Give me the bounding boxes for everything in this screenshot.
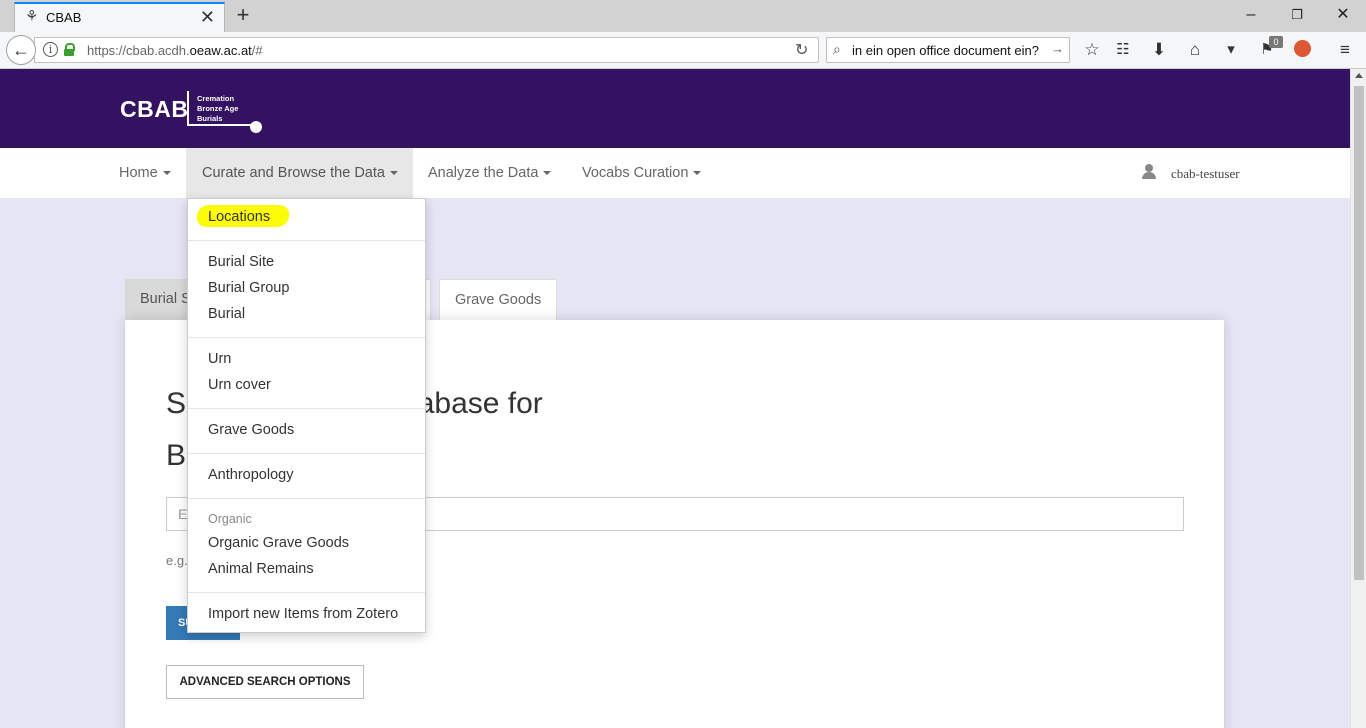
menu-item-animal-remains[interactable]: Animal Remains (208, 561, 314, 577)
search-bar[interactable]: ⌕ in ein open office document ein? → (826, 37, 1070, 63)
menu-divider (188, 240, 425, 241)
menu-item-anthropology[interactable]: Anthropology (208, 467, 293, 483)
caret-down-icon (543, 171, 552, 176)
logo-dot (250, 121, 262, 133)
notification-badge: 0 (1269, 36, 1283, 48)
page-scrollbar[interactable] (1350, 69, 1366, 728)
close-tab-icon[interactable]: ✕ (200, 7, 215, 27)
menu-header-organic: Organic (208, 512, 252, 526)
site-header: CBAB Cremation Bronze Age Burials (0, 69, 1350, 148)
browser-toolbar: i https://cbab.acdh.oeaw.ac.at/# ↻ ← ⌕ i… (0, 32, 1366, 69)
user-name[interactable]: cbab-testuser (1171, 166, 1240, 182)
nav-curate[interactable]: Curate and Browse the Data (186, 148, 413, 198)
nav-home[interactable]: Home (105, 148, 185, 198)
back-button[interactable]: ← (6, 35, 36, 65)
menu-item-grave-goods[interactable]: Grave Goods (208, 422, 294, 438)
user-icon[interactable] (1141, 164, 1157, 180)
tab-title: CBAB (46, 10, 82, 25)
minimize-window-button[interactable]: – (1228, 3, 1274, 27)
restore-window-button[interactable]: ❐ (1274, 3, 1320, 27)
menu-item-import-zotero[interactable]: Import new Items from Zotero (208, 606, 398, 622)
pocket-icon[interactable]: ▾ (1218, 37, 1244, 63)
menu-item-urn[interactable]: Urn (208, 351, 231, 367)
caret-down-icon (389, 171, 398, 176)
reading-list-icon[interactable]: ☷ (1110, 37, 1136, 63)
address-bar[interactable]: i https://cbab.acdh.oeaw.ac.at/# ↻ (34, 37, 819, 63)
reload-icon[interactable]: ↻ (795, 40, 808, 60)
logo-text[interactable]: CBAB (120, 96, 188, 123)
search-icon: ⌕ (833, 41, 841, 57)
url-text: https://cbab.acdh.oeaw.ac.at/# (87, 43, 263, 58)
info-icon[interactable]: i (43, 42, 58, 57)
example-text: e.g. (166, 553, 188, 568)
logo-line-2: Bronze Age (197, 104, 239, 113)
new-tab-button[interactable]: + (232, 3, 254, 27)
caret-down-icon (162, 171, 171, 176)
menu-item-organic-grave-goods[interactable]: Organic Grave Goods (208, 535, 349, 551)
logo-line-1: Cremation (197, 94, 235, 103)
menu-item-burial-site[interactable]: Burial Site (208, 254, 274, 270)
search-bar-text: in ein open office document ein? (852, 43, 1039, 58)
menu-item-burial[interactable]: Burial (208, 306, 245, 322)
advanced-search-button[interactable]: ADVANCED SEARCH OPTIONS (166, 665, 364, 699)
search-placeholder: E (178, 506, 188, 522)
menu-item-burial-group[interactable]: Burial Group (208, 280, 289, 296)
menu-item-locations[interactable]: Locations (208, 209, 270, 225)
menu-divider (188, 592, 425, 593)
lock-icon (64, 43, 75, 56)
menu-divider (188, 337, 425, 338)
duckduckgo-icon[interactable] (1294, 40, 1311, 57)
menu-divider (188, 408, 425, 409)
search-go-icon[interactable]: → (1051, 41, 1064, 56)
browser-tab[interactable]: ⚘ CBAB ✕ (14, 2, 225, 32)
menu-divider (188, 498, 425, 499)
nav-vocabs[interactable]: Vocabs Curation (567, 148, 716, 198)
site-favicon-icon: ⚘ (25, 8, 39, 25)
caret-down-icon (693, 171, 702, 176)
curate-dropdown-menu: Locations Burial Site Burial Group Buria… (187, 198, 426, 633)
browser-tab-bar: ⚘ CBAB ✕ + – ❐ ✕ (0, 0, 1366, 32)
bookmark-star-icon[interactable]: ☆ (1079, 37, 1105, 63)
logo-line-3: Burials (197, 114, 223, 123)
menu-item-urn-cover[interactable]: Urn cover (208, 377, 271, 393)
home-icon[interactable]: ⌂ (1182, 37, 1208, 63)
download-icon[interactable]: ⬇ (1146, 37, 1172, 63)
menu-divider (188, 453, 425, 454)
close-window-button[interactable]: ✕ (1320, 3, 1366, 27)
scrollbar-thumb[interactable] (1354, 86, 1364, 580)
scroll-up-icon[interactable] (1355, 73, 1363, 78)
tab-grave-goods[interactable]: Grave Goods (439, 279, 558, 320)
tab-burial-site[interactable]: Burial S (125, 279, 191, 320)
nav-analyze[interactable]: Analyze the Data (413, 148, 566, 198)
menu-icon[interactable]: ≡ (1332, 37, 1358, 63)
